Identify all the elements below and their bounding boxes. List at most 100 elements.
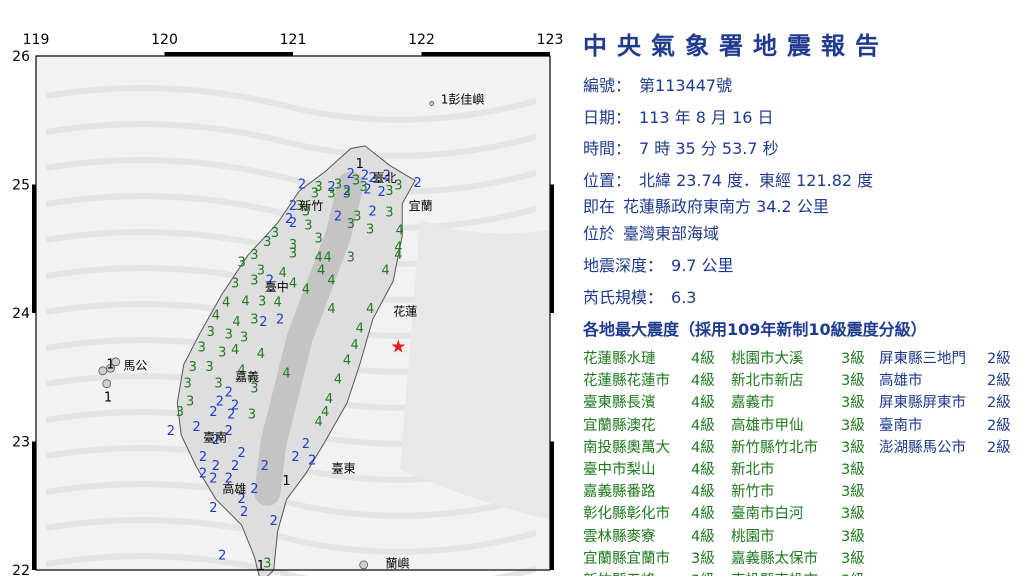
epicenter-star: ★ [390,336,406,357]
intensity-level: 4級 [691,373,715,390]
intensity-location: 臺東縣長濱 [583,395,656,412]
station-intensity: 1 [106,357,114,372]
station-intensity: 2 [250,482,258,497]
station-intensity: 1 [104,391,112,406]
station-intensity: 3 [237,256,245,271]
report-time-value: 7 時 35 分 53.7 秒 [639,139,779,158]
report-number-label: 編號： [583,76,632,95]
report-number: 編號： 第113447號 [583,72,732,96]
place-label: 高雄 [222,481,246,496]
place-label: 宜蘭 [409,198,433,213]
intensity-location: 雲林縣麥寮 [583,528,656,545]
station-intensity: 2 [240,505,248,520]
place-label: 新竹 [299,198,323,213]
station-intensity: 2 [414,176,422,191]
report-near: 即在 花蓮縣政府東南方 34.2 公里 [583,193,829,217]
station-intensity: 3 [214,377,222,392]
station-intensity: 3 [189,360,197,375]
intensity-level: 4級 [691,351,715,367]
report-region-label: 位於 [583,224,616,243]
station-intensity: 4 [327,302,335,317]
station-intensity: 4 [356,321,364,336]
station-intensity: 3 [304,218,312,233]
station-intensity: 3 [385,206,393,221]
lon-tick-label: 121 [280,32,307,48]
lon-tick-label: 119 [23,32,50,48]
station-intensity: 4 [279,266,287,281]
lat-tick-label: 25 [12,178,30,194]
intensity-location: 宜蘭縣澳花 [583,417,656,434]
station-intensity: 4 [289,276,297,291]
place-label: 臺北 [373,170,397,185]
station-intensity: 4 [334,373,342,388]
station-intensity: 3 [385,184,393,199]
station-intensity: 2 [218,549,226,564]
station-intensity: 3 [240,330,248,345]
frame-bar [550,184,554,313]
station-intensity: 2 [289,216,297,231]
station-intensity: 4 [315,415,323,430]
intensity-location: 花蓮縣花蓮市 [583,373,670,390]
lanyu-island [359,560,369,570]
station-intensity: 2 [276,312,284,327]
intensity-level: 3級 [841,506,865,523]
station-intensity: 2 [227,407,235,422]
intensity-level: 4級 [691,417,715,434]
station-intensity: 3 [315,231,323,246]
intensity-location: 嘉義市 [731,395,775,412]
station-intensity: 3 [231,276,239,291]
intensity-location: 臺中市梨山 [583,462,656,478]
intensity-location: 花蓮縣水璉 [583,351,656,367]
place-label: 臺東 [332,460,356,475]
intensity-level: 4級 [691,484,715,501]
station-intensity: 4 [351,338,359,353]
station-intensity: 3 [207,325,215,340]
place-label: 花蓮 [393,304,417,319]
station-intensity: 3 [183,377,191,392]
station-intensity: 4 [317,263,325,278]
station-intensity: 3 [263,556,271,571]
intensity-level: 4級 [691,395,715,412]
intensity-location: 新竹縣竹北市 [731,439,818,456]
report-depth: 地震深度： 9.7 公里 [583,252,734,276]
report-position: 位置： 北緯 23.74 度．東經 121.82 度 [583,167,873,191]
intensity-level: 4級 [691,528,715,545]
station-intensity: 4 [222,296,230,311]
report-magnitude-value: 6.3 [671,288,697,307]
frame-bar [32,184,36,313]
intensity-location: 新竹縣五峰 [583,569,656,576]
report-date-value: 113 年 8 月 16 日 [639,108,774,127]
place-label: 馬公 [123,359,147,373]
intensity-level: 3級 [841,528,865,545]
station-intensity: 2 [308,454,316,469]
station-intensity: 3 [225,328,233,343]
station-intensity: 2 [302,437,310,452]
report-title: 中央氣象署地震報告 [583,32,889,60]
intensity-location: 澎湖縣馬公市 [879,439,966,456]
station-intensity: 3 [218,346,226,361]
station-intensity: 4 [232,315,240,330]
station-intensity: 3 [271,226,279,241]
station-intensity: 3 [250,274,258,289]
intensity-location: 新竹市 [731,484,775,501]
lat-tick-label: 23 [12,435,30,451]
station-intensity: 3 [176,405,184,420]
station-intensity: 4 [366,302,374,317]
intensity-level: 3級 [841,351,865,367]
intensity-location: 新北市新店 [731,373,804,390]
station-intensity: 3 [343,186,351,201]
intensity-location: 屏東縣屏東市 [879,395,966,412]
report-magnitude: 芮氏規模： 6.3 [583,284,696,308]
report-near-value: 花蓮縣政府東南方 34.2 公里 [623,197,829,216]
intensity-location: 高雄市 [879,373,923,390]
report-time: 時間： 7 時 35 分 53.7 秒 [583,135,779,159]
lon-tick-label: 120 [151,32,178,48]
station-intensity: 3 [186,395,194,410]
station-intensity: 3 [248,407,256,422]
intensity-location: 高雄市甲仙 [731,417,804,434]
station-intensity: 4 [396,224,404,239]
place-label: 臺南 [203,430,227,445]
report-region: 位於 臺灣東部海域 [583,220,719,244]
lon-tick-label: 122 [408,32,435,48]
intensity-level: 3級 [841,395,865,412]
